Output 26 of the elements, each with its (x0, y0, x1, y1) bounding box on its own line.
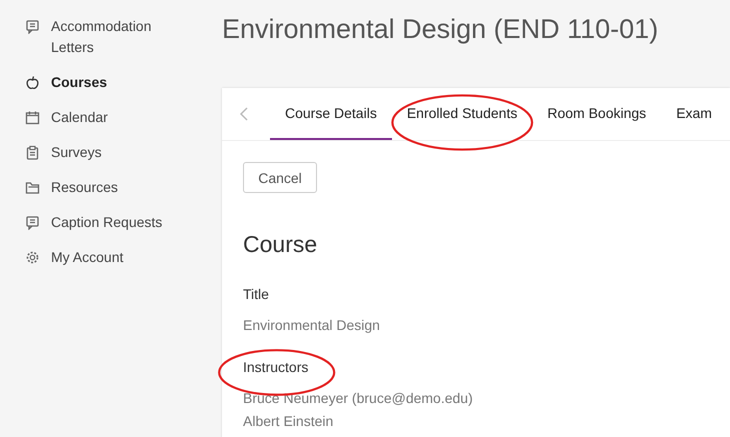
gear-icon (25, 250, 40, 265)
sidebar-item[interactable]: Courses (25, 72, 205, 93)
field-value: Bruce Neumeyer (bruce@demo.edu) (243, 389, 474, 408)
sidebar-item[interactable]: Caption Requests (25, 212, 205, 233)
field-value: Albert Einstein (243, 412, 334, 431)
section-heading: Course (243, 231, 318, 258)
clipboard-icon (25, 145, 40, 160)
sidebar-item[interactable]: Calendar (25, 107, 205, 128)
field-label: Title (243, 286, 269, 302)
folder-icon (25, 180, 40, 195)
tab[interactable]: Exam (661, 88, 727, 140)
apple-icon (25, 75, 40, 90)
field-label: Instructors (243, 359, 308, 375)
cancel-button[interactable]: Cancel (243, 162, 317, 193)
tab[interactable]: Course Details (270, 88, 392, 140)
calendar-icon (25, 110, 40, 125)
field-value: Environmental Design (243, 316, 381, 335)
sidebar-item[interactable]: Surveys (25, 142, 205, 163)
message-icon (25, 215, 40, 230)
tab[interactable]: Room Bookings (532, 88, 662, 140)
sidebar-item[interactable]: Resources (25, 177, 205, 198)
tab[interactable]: Enrolled Students (392, 88, 532, 140)
page-title: Environmental Design (END 110-01) (222, 14, 660, 46)
message-icon (25, 19, 40, 34)
sidebar-item[interactable]: Accommodation Letters (25, 16, 205, 58)
sidebar-item[interactable]: My Account (25, 247, 205, 268)
